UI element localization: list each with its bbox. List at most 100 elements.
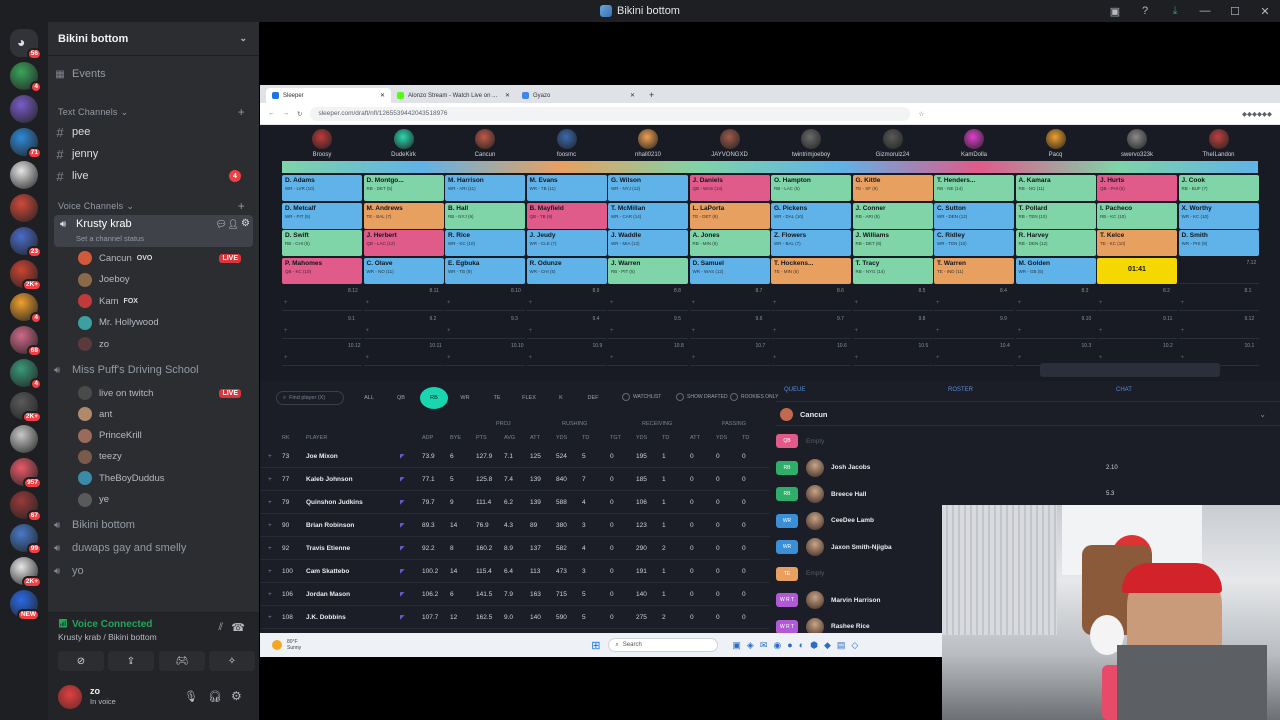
add-queue-icon[interactable]: + — [1181, 300, 1185, 306]
windows-start-icon[interactable]: ⊞ — [591, 639, 600, 652]
manager-avatar[interactable] — [312, 129, 332, 149]
position-filter-rb[interactable]: RB — [420, 387, 448, 409]
player-row[interactable]: +100 Cam Skattebo ◤ 100.2 14 115.4 6.4 113 473 3 0… — [260, 560, 770, 583]
add-queue-icon[interactable]: + — [1018, 300, 1022, 306]
column-header[interactable]: BYE — [450, 435, 461, 441]
browser-tab[interactable]: Gyazo ✕ — [516, 88, 641, 103]
player-row[interactable]: +79 Quinshon Judkins ◤ 79.7 9 111.4 6.2 139 588 4… — [260, 491, 770, 514]
panel-tab-queue[interactable]: QUEUE — [784, 387, 805, 393]
text-channels-category[interactable]: Text Channels ⌄ + — [54, 105, 253, 119]
taskbar-apps-icon[interactable]: ▣◈✉◉●◐⬢◆▤◇ — [732, 640, 864, 651]
draft-pick[interactable]: O. Hampton RB - LAC (5) — [771, 175, 851, 201]
add-queue-icon[interactable]: + — [936, 355, 940, 361]
manager-name[interactable]: nhall0210 — [608, 152, 688, 158]
server-icon[interactable]: 4 — [10, 62, 42, 93]
server-icon[interactable]: 4 — [10, 359, 42, 390]
draft-pick[interactable]: C. Olave WR - NO (11) — [363, 257, 444, 284]
new-tab-icon[interactable]: + — [649, 90, 654, 103]
add-queue-icon[interactable]: + — [447, 328, 451, 334]
add-queue-icon[interactable]: + — [692, 355, 696, 361]
manager-avatar[interactable] — [393, 129, 414, 149]
add-player-icon[interactable]: + — [268, 614, 272, 621]
add-queue-icon[interactable]: + — [1181, 355, 1185, 361]
manager-avatar[interactable] — [882, 129, 903, 149]
draft-pick[interactable]: J. Hurts QB - PHI (5) — [1097, 175, 1177, 201]
help-icon[interactable]: ? — [1130, 5, 1160, 17]
screen-share-button[interactable]: ⇪ — [108, 651, 154, 671]
draft-pick[interactable]: J. Conner RB - ARI (8) — [852, 202, 933, 229]
add-queue-icon[interactable]: + — [610, 300, 614, 306]
draft-pick[interactable]: R. Harvey RB - DEN (12) — [1015, 230, 1096, 256]
browser-tab[interactable]: Sleeper ✕ — [266, 88, 391, 103]
add-player-icon[interactable]: + — [268, 476, 272, 483]
reload-icon[interactable]: ↻ — [297, 110, 302, 118]
server-header[interactable]: Bikini bottom ⌄ — [48, 22, 259, 56]
position-filter-wr[interactable]: WR — [452, 391, 478, 405]
position-filter-def[interactable]: DEF — [580, 391, 606, 405]
add-queue-icon[interactable]: + — [1018, 355, 1022, 361]
news-icon[interactable]: ◤ — [400, 568, 405, 575]
voice-user[interactable]: Cancun OVO LIVE — [54, 249, 253, 267]
voice-location[interactable]: Krusty krab / Bikini bottom — [58, 632, 157, 642]
avatar[interactable] — [58, 685, 82, 709]
close-icon[interactable]: ✕ — [380, 92, 385, 99]
server-icon[interactable] — [10, 194, 38, 222]
voice-channel[interactable]: 🔊︎ Bikini bottom — [54, 516, 253, 534]
draft-pick[interactable]: T. Warren TE - IND (11) — [934, 257, 1014, 284]
player-name[interactable]: Jordan Mason — [306, 591, 350, 598]
add-queue-icon[interactable]: + — [284, 328, 288, 334]
add-queue-icon[interactable]: + — [610, 355, 614, 361]
voice-channels-category[interactable]: Voice Channels ⌄ + — [54, 199, 253, 213]
column-header[interactable]: ATT — [690, 435, 700, 441]
draft-pick[interactable]: M. Evans WR - TB (11) — [526, 175, 607, 201]
draft-pick[interactable]: G. Wilson WR - NYJ (12) — [608, 175, 688, 201]
add-queue-icon[interactable]: + — [773, 300, 777, 306]
column-header[interactable]: PTS — [476, 435, 487, 441]
draft-pick[interactable]: C. Sutton WR - DEN (12) — [934, 202, 1014, 229]
option-toggle[interactable]: WATCHLIST — [622, 393, 661, 401]
draft-pick[interactable]: E. Egbuka WR - TB (9) — [445, 257, 525, 284]
add-queue-icon[interactable]: + — [610, 328, 614, 334]
close-icon[interactable]: ✕ — [505, 92, 510, 99]
option-toggle[interactable]: SHOW DRAFTED — [676, 393, 728, 401]
player-name[interactable]: J.K. Dobbins — [306, 614, 346, 621]
column-header[interactable]: AVG — [504, 435, 515, 441]
add-queue-icon[interactable]: + — [1181, 328, 1185, 334]
add-queue-icon[interactable]: + — [773, 355, 777, 361]
player-search-input[interactable]: ⌕ Find player (X) — [276, 391, 344, 405]
maximize-button[interactable]: ☐ — [1220, 5, 1250, 18]
news-icon[interactable]: ◤ — [400, 476, 405, 483]
draft-pick[interactable]: G. Kittle TE - SF (9) — [852, 175, 933, 201]
draft-pick[interactable]: A. Kamara RB - NO (11) — [1015, 175, 1096, 201]
manager-name[interactable]: TheILandon — [1179, 152, 1259, 158]
server-icon[interactable]: NEW — [10, 590, 40, 621]
user-name[interactable]: zo — [90, 686, 100, 696]
draft-pick[interactable]: I. Pacheco RB - KC (10) — [1097, 202, 1177, 229]
position-filter-all[interactable]: ALL — [356, 391, 382, 405]
draft-pick[interactable]: X. Worthy WR - KC (10) — [1178, 202, 1259, 229]
manager-avatar[interactable] — [1127, 129, 1147, 149]
roster-slot[interactable]: RB Josh Jacobs 2.10 — [776, 456, 1118, 480]
add-queue-icon[interactable]: + — [936, 328, 940, 334]
add-player-icon[interactable]: + — [268, 453, 272, 460]
server-icon[interactable]: 2K+ — [10, 557, 42, 588]
column-header[interactable]: YDS — [556, 435, 567, 441]
column-header[interactable]: ADP — [422, 435, 433, 441]
close-button[interactable]: ✕ — [1250, 5, 1280, 18]
add-queue-icon[interactable]: + — [855, 300, 859, 306]
draft-pick[interactable]: D. Samuel WR - WAS (12) — [689, 257, 770, 284]
column-header[interactable]: TGT — [610, 435, 621, 441]
column-header[interactable]: ATT — [530, 435, 540, 441]
draft-pick[interactable]: C. Ridley WR - TEN (10) — [934, 230, 1014, 256]
add-player-icon[interactable]: + — [268, 568, 272, 575]
server-icon[interactable] — [10, 425, 38, 453]
draft-pick[interactable]: D. Metcalf WR - PIT (5) — [282, 202, 362, 229]
draft-pick[interactable]: R. Rice WR - KC (10) — [445, 230, 525, 256]
manager-name[interactable]: swervo323k — [1097, 152, 1177, 158]
server-icon[interactable] — [10, 161, 38, 189]
inbox-icon[interactable]: ▣ — [1100, 5, 1130, 18]
draft-pick[interactable]: J. Daniels QB - WAS (14) — [689, 175, 770, 201]
voice-channel[interactable]: 🔊︎ yo — [54, 562, 253, 580]
manager-avatar[interactable] — [801, 129, 821, 149]
news-icon[interactable]: ◤ — [400, 522, 405, 529]
